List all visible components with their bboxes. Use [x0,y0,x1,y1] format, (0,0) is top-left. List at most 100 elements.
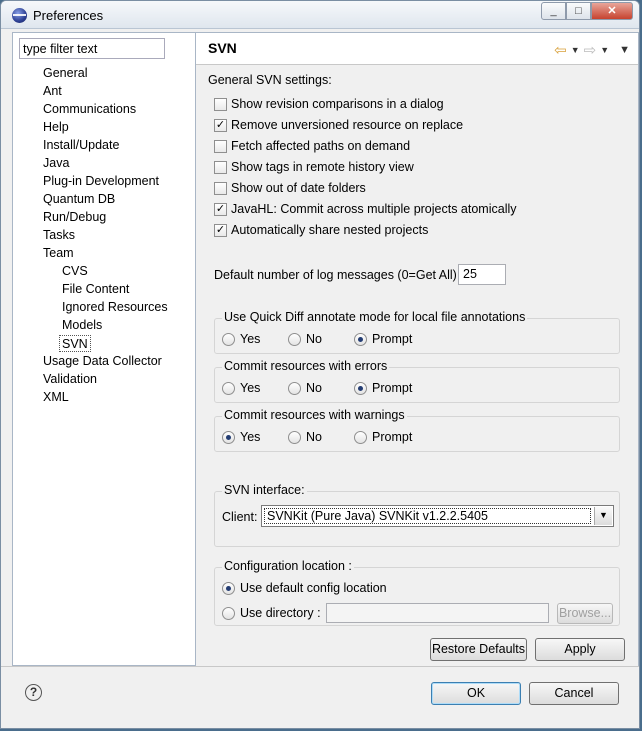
radio-indicator [222,430,235,444]
radio-indicator [288,332,301,346]
filter-input[interactable] [19,38,165,59]
radio-indicator [288,381,301,395]
forward-dropdown-icon[interactable]: ▼ [600,45,609,55]
svn-interface-group: SVN interface: Client: SVNKit (Pure Java… [214,483,620,547]
tree-item-file-content[interactable]: File Content [62,281,129,298]
client-label: Client: [222,510,258,524]
radio-no[interactable]: No [288,430,322,444]
radio-label: Prompt [372,381,413,395]
restore-defaults-button[interactable]: Restore Defaults [430,638,527,661]
checkbox-indicator [214,181,227,195]
use-default-config-radio[interactable]: Use default config location [222,581,387,595]
setting-checkbox[interactable]: Show revision comparisons in a dialog [214,97,444,111]
commit-errors-group: Commit resources with errors Yes No Prompt [214,359,620,403]
preferences-window: Preferences _ □ ✕ GeneralAntCommunicatio… [0,0,640,729]
radio-no[interactable]: No [288,332,322,346]
commit-errors-group-title: Commit resources with errors [222,359,390,373]
minimize-button[interactable]: _ [541,2,566,20]
maximize-button[interactable]: □ [566,2,591,20]
client-select-value: SVNKit (Pure Java) SVNKit v1.2.2.5405 [264,508,591,524]
setting-checkbox[interactable]: Fetch affected paths on demand [214,139,410,153]
tree-item-usage-data-collector[interactable]: Usage Data Collector [43,353,162,370]
radio-yes[interactable]: Yes [222,430,260,444]
tree-item-general[interactable]: General [43,65,87,82]
directory-input[interactable] [326,603,549,623]
footer-divider [1,666,639,667]
cancel-button[interactable]: Cancel [529,682,619,705]
radio-yes[interactable]: Yes [222,381,260,395]
radio-no[interactable]: No [288,381,322,395]
window-title: Preferences [33,8,104,23]
tree-item-plug-in-development[interactable]: Plug-in Development [43,173,159,190]
checkmark-icon: ✓ [214,202,227,216]
log-messages-input[interactable]: 25 [458,264,506,285]
radio-label: Yes [240,381,261,395]
radio-indicator [222,606,235,620]
setting-checkbox-label: Remove unversioned resource on replace [231,118,464,132]
window-controls: _ □ ✕ [541,2,633,20]
tree-item-install-update[interactable]: Install/Update [43,137,119,154]
radio-yes[interactable]: Yes [222,332,260,346]
radio-indicator [222,581,235,595]
radio-prompt[interactable]: Prompt [354,430,412,444]
checkmark-icon: ✓ [214,223,227,237]
quick-diff-group-title: Use Quick Diff annotate mode for local f… [222,310,528,324]
client-select[interactable]: SVNKit (Pure Java) SVNKit v1.2.2.5405 ▼ [261,505,614,527]
radio-indicator [354,430,367,444]
tree-item-help[interactable]: Help [43,119,69,136]
radio-label: Yes [240,430,261,444]
tree-item-ant[interactable]: Ant [43,83,62,100]
radio-label: No [306,332,322,346]
eclipse-icon [12,8,27,23]
back-arrow-icon[interactable]: ⇦ [554,41,567,59]
tree-item-svn[interactable]: SVN [59,335,91,352]
radio-indicator [354,381,367,395]
checkbox-indicator [214,139,227,153]
setting-checkbox[interactable]: Show tags in remote history view [214,160,414,174]
setting-checkbox-label: Fetch affected paths on demand [231,139,411,153]
setting-checkbox[interactable]: ✓ Remove unversioned resource on replace [214,118,463,132]
help-icon[interactable]: ? [25,684,42,701]
radio-prompt[interactable]: Prompt [354,381,412,395]
tree-item-java[interactable]: Java [43,155,69,172]
tree-item-team[interactable]: Team [43,245,74,262]
apply-button[interactable]: Apply [535,638,625,661]
setting-checkbox-label: Show out of date folders [231,181,366,195]
tree-item-cvs[interactable]: CVS [62,263,88,280]
commit-warnings-group: Commit resources with warnings Yes No Promp… [214,408,620,452]
preferences-tree-panel: GeneralAntCommunicationsHelpInstall/Upda… [12,32,196,666]
tree-item-run-debug[interactable]: Run/Debug [43,209,106,226]
commit-warnings-group-title: Commit resources with warnings [222,408,407,422]
tree-item-validation[interactable]: Validation [43,371,97,388]
radio-indicator [222,332,235,346]
forward-arrow-icon[interactable]: ⇨ [584,41,597,59]
use-directory-label: Use directory : [240,606,321,620]
tree-item-tasks[interactable]: Tasks [43,227,75,244]
tree-item-xml[interactable]: XML [43,389,69,406]
tree-item-quantum-db[interactable]: Quantum DB [43,191,115,208]
checkmark-icon: ✓ [214,118,227,132]
chevron-down-icon[interactable]: ▼ [594,507,612,525]
tree-item-ignored-resources[interactable]: Ignored Resources [62,299,168,316]
title-bar[interactable]: Preferences _ □ ✕ [1,1,639,29]
use-directory-radio[interactable]: Use directory : [222,606,321,620]
use-default-config-label: Use default config location [240,581,387,595]
checkbox-indicator [214,160,227,174]
ok-button[interactable]: OK [431,682,521,705]
quick-diff-group: Use Quick Diff annotate mode for local f… [214,310,620,354]
radio-prompt[interactable]: Prompt [354,332,412,346]
svn-interface-title: SVN interface: [222,483,307,497]
setting-checkbox[interactable]: ✓ Automatically share nested projects [214,223,428,237]
tree-item-models[interactable]: Models [62,317,102,334]
history-nav: ⇦ ▼ ⇨ ▼ ▼ [554,41,630,59]
close-button[interactable]: ✕ [591,2,633,20]
setting-checkbox[interactable]: Show out of date folders [214,181,366,195]
tree-item-communications[interactable]: Communications [43,101,136,118]
radio-label: Prompt [372,430,413,444]
back-dropdown-icon[interactable]: ▼ [571,45,580,55]
checkbox-indicator [214,97,227,111]
browse-button[interactable]: Browse... [557,603,613,624]
view-menu-icon[interactable]: ▼ [619,44,630,56]
setting-checkbox[interactable]: ✓ JavaHL: Commit across multiple projects… [214,202,517,216]
setting-checkbox-label: JavaHL: Commit across multiple projects … [231,202,517,216]
